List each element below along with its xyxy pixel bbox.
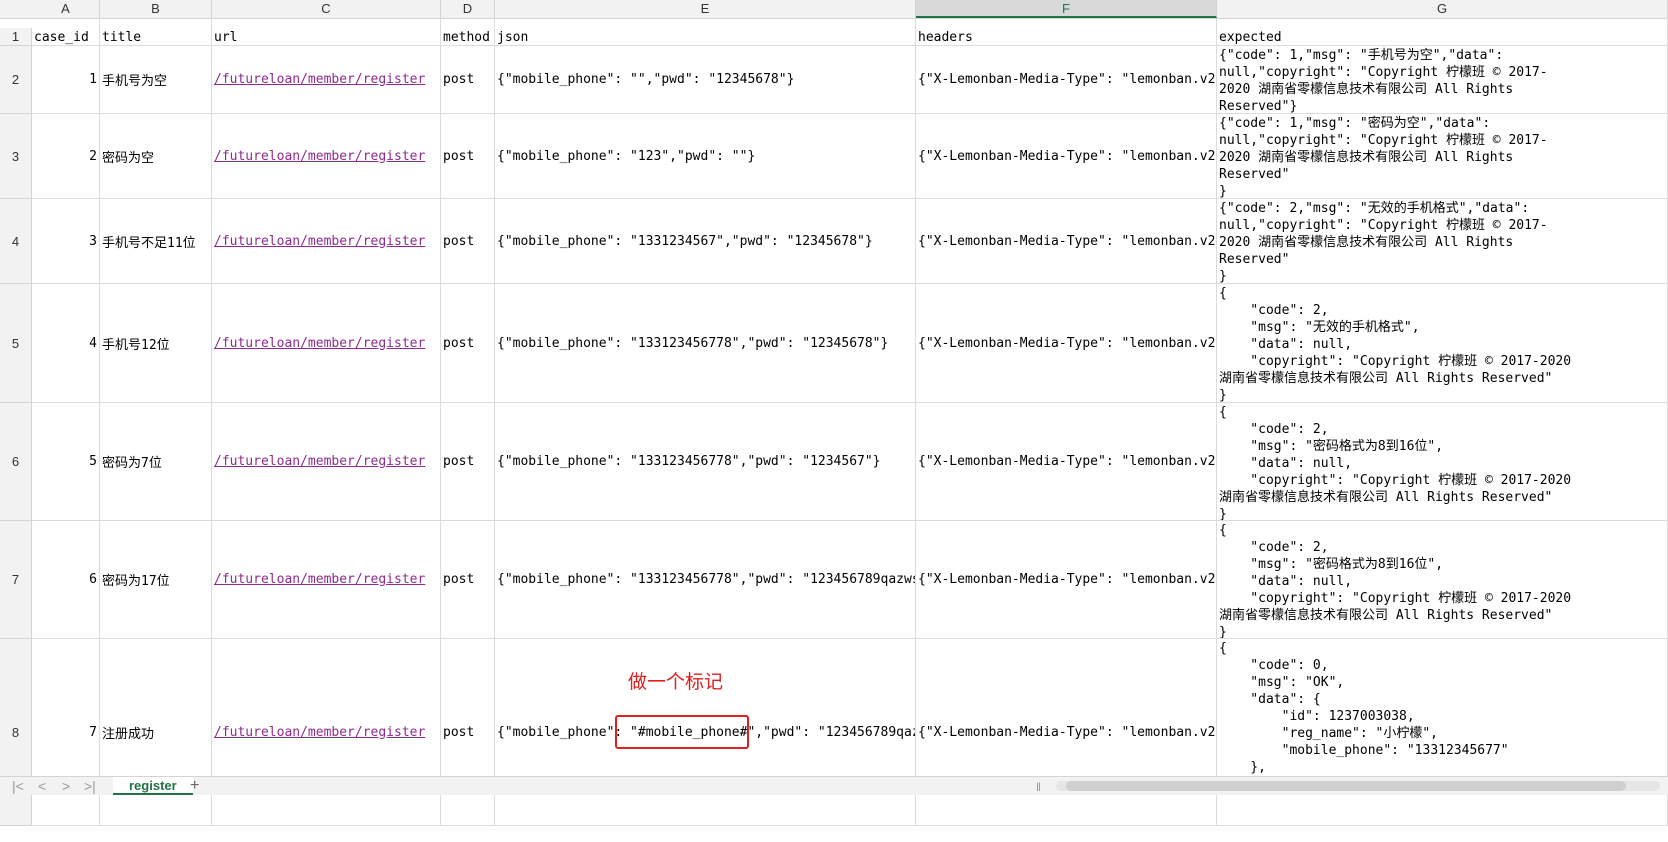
cell-url[interactable]: /futureloan/member/register	[212, 114, 441, 199]
header-cell-expected[interactable]: expected	[1217, 18, 1668, 46]
annotation-highlight-box	[615, 715, 749, 749]
row-header-5[interactable]: 5	[0, 284, 32, 403]
first-sheet-icon[interactable]: |<	[12, 777, 24, 795]
sheet-tab-bar: |< < > >| register + ‖	[0, 776, 1668, 795]
cell-method[interactable]: post	[441, 521, 495, 639]
cell-json[interactable]: {"mobile_phone": "133123456778","pwd": "…	[495, 403, 916, 521]
cell-expected[interactable]: {"code": 2,"msg": "无效的手机格式","data": null…	[1217, 199, 1668, 284]
cell-title[interactable]: 密码为空	[100, 114, 212, 199]
cell-case-id[interactable]: 4	[32, 284, 100, 403]
cell-title[interactable]: 手机号为空	[100, 46, 212, 114]
column-header-f[interactable]: F	[916, 0, 1217, 18]
add-sheet-icon[interactable]: +	[190, 777, 199, 795]
cell-method[interactable]: post	[441, 46, 495, 114]
row-header-4[interactable]: 4	[0, 199, 32, 284]
column-header-g[interactable]: G	[1217, 0, 1668, 18]
row-header-6[interactable]: 6	[0, 403, 32, 521]
scrollbar-thumb[interactable]	[1066, 781, 1626, 791]
cell-headers[interactable]: {"X-Lemonban-Media-Type": "lemonban.v2"}	[916, 521, 1217, 639]
cell-url[interactable]: /futureloan/member/register	[212, 46, 441, 114]
cell-method[interactable]: post	[441, 284, 495, 403]
cell-expected[interactable]: {"code": 1,"msg": "手机号为空","data": null,"…	[1217, 46, 1668, 114]
horizontal-scrollbar[interactable]	[1056, 781, 1660, 791]
cell-case-id[interactable]: 6	[32, 521, 100, 639]
cell-expected[interactable]: {"code": 1,"msg": "密码为空","data": null,"c…	[1217, 114, 1668, 199]
header-cell-case-id[interactable]: case_id	[32, 18, 100, 46]
cell-expected[interactable]: { "code": 2, "msg": "无效的手机格式", "data": n…	[1217, 284, 1668, 403]
cell-url[interactable]: /futureloan/member/register	[212, 199, 441, 284]
cell-title[interactable]: 密码为7位	[100, 403, 212, 521]
cell-title[interactable]: 手机号不足11位	[100, 199, 212, 284]
cell-expected[interactable]: { "code": 0, "msg": "OK", "data": { "id"…	[1217, 639, 1668, 826]
spreadsheet-grid[interactable]: ABCDEFG case_id title url method json headers…	[0, 0, 1668, 826]
cell-method[interactable]: post	[441, 403, 495, 521]
row-header-7[interactable]: 7	[0, 521, 32, 639]
cell-case-id[interactable]: 5	[32, 403, 100, 521]
last-sheet-icon[interactable]: >|	[84, 777, 96, 795]
next-sheet-icon[interactable]: >	[62, 777, 70, 795]
cell-method[interactable]: post	[441, 114, 495, 199]
cell-title[interactable]: 手机号12位	[100, 284, 212, 403]
cell-json[interactable]: {"mobile_phone": "133123456778","pwd": "…	[495, 284, 916, 403]
cell-headers[interactable]: {"X-Lemonban-Media-Type": "lemonban.v2"}	[916, 403, 1217, 521]
cell-url[interactable]: /futureloan/member/register	[212, 284, 441, 403]
column-header-c[interactable]: C	[212, 0, 441, 18]
cell-expected[interactable]: { "code": 2, "msg": "密码格式为8到16位", "data"…	[1217, 403, 1668, 521]
row-header-8[interactable]: 8	[0, 639, 32, 826]
cell-json[interactable]: {"mobile_phone": "123","pwd": ""}	[495, 114, 916, 199]
column-header-a[interactable]: A	[32, 0, 100, 18]
cell-headers[interactable]: {"X-Lemonban-Media-Type": "lemonban.v2"}	[916, 284, 1217, 403]
scroll-splitter-icon[interactable]: ‖	[1036, 780, 1041, 794]
cell-headers[interactable]: {"X-Lemonban-Media-Type": "lemonban.v2"}	[916, 114, 1217, 199]
cell-expected[interactable]: { "code": 2, "msg": "密码格式为8到16位", "data"…	[1217, 521, 1668, 639]
annotation-note: 做一个标记	[628, 671, 724, 693]
row-header-2[interactable]: 2	[0, 46, 32, 114]
column-header-e[interactable]: E	[495, 0, 916, 18]
cell-headers[interactable]: {"X-Lemonban-Media-Type": "lemonban.v2"}	[916, 639, 1217, 826]
cell-json[interactable]: {"mobile_phone": "133123456778","pwd": "…	[495, 521, 916, 639]
cell-title[interactable]: 密码为17位	[100, 521, 212, 639]
row-header-1[interactable]: 1	[0, 28, 32, 46]
prev-sheet-icon[interactable]: <	[38, 777, 46, 795]
cell-method[interactable]: post	[441, 639, 495, 826]
row-header-3[interactable]: 3	[0, 114, 32, 199]
header-cell-method[interactable]: method	[441, 18, 495, 46]
cell-case-id[interactable]: 2	[32, 114, 100, 199]
cell-json[interactable]: {"mobile_phone": "","pwd": "12345678"}	[495, 46, 916, 114]
sheet-tab-register[interactable]: register	[113, 777, 193, 795]
header-cell-title[interactable]: title	[100, 18, 212, 46]
cell-url[interactable]: /futureloan/member/register	[212, 521, 441, 639]
cell-headers[interactable]: {"X-Lemonban-Media-Type": "lemonban.v2"}	[916, 199, 1217, 284]
column-header-bar: ABCDEFG	[0, 0, 1668, 19]
header-cell-json[interactable]: json	[495, 18, 916, 46]
header-cell-url[interactable]: url	[212, 18, 441, 46]
cell-case-id[interactable]: 7	[32, 639, 100, 826]
cell-json[interactable]: {"mobile_phone": "1331234567","pwd": "12…	[495, 199, 916, 284]
column-header-d[interactable]: D	[441, 0, 495, 18]
cell-headers[interactable]: {"X-Lemonban-Media-Type": "lemonban.v2"}	[916, 46, 1217, 114]
cell-title[interactable]: 注册成功	[100, 639, 212, 826]
column-header-b[interactable]: B	[100, 0, 212, 18]
cell-url[interactable]: /futureloan/member/register	[212, 639, 441, 826]
header-cell-headers[interactable]: headers	[916, 18, 1217, 46]
cell-case-id[interactable]: 1	[32, 46, 100, 114]
cell-url[interactable]: /futureloan/member/register	[212, 403, 441, 521]
cell-method[interactable]: post	[441, 199, 495, 284]
cell-case-id[interactable]: 3	[32, 199, 100, 284]
